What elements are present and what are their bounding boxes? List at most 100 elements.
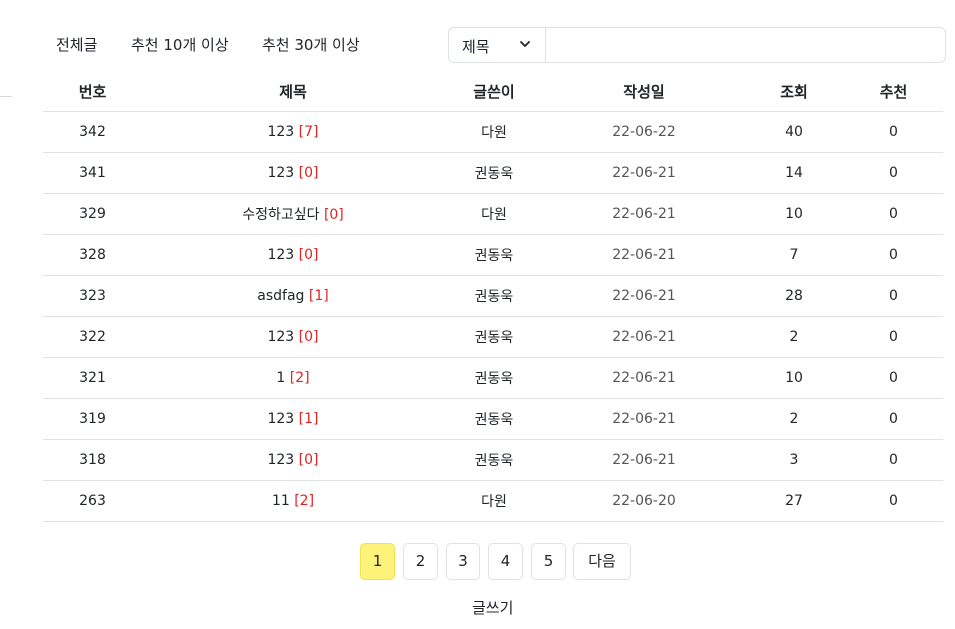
page-button-4[interactable]: 4 — [488, 543, 523, 580]
post-likes: 0 — [844, 111, 943, 153]
post-likes: 0 — [844, 439, 943, 481]
search-bar: 제목 — [448, 27, 946, 63]
table-row: 321 1 [2] 권동욱 22-06-21 10 0 — [43, 357, 943, 399]
post-views: 2 — [744, 398, 844, 440]
header-author: 글쓴이 — [444, 71, 544, 112]
post-date: 22-06-21 — [544, 152, 744, 194]
post-title-link[interactable]: 1 — [276, 370, 285, 386]
comment-count: [0] — [298, 165, 319, 181]
post-likes: 0 — [844, 357, 943, 399]
post-title-link[interactable]: 11 — [272, 493, 290, 509]
header-likes: 추천 — [844, 71, 943, 112]
post-number: 318 — [43, 439, 142, 481]
write-post-link[interactable]: 글쓰기 — [472, 597, 513, 618]
post-author: 권동욱 — [444, 152, 544, 194]
post-number: 323 — [43, 275, 142, 317]
left-divider — [0, 96, 12, 97]
comment-count: [0] — [323, 207, 344, 223]
table-row: 322 123 [0] 권동욱 22-06-21 2 0 — [43, 316, 943, 358]
table-row: 342 123 [7] 다원 22-06-22 40 0 — [43, 111, 943, 153]
post-title-link[interactable]: 수정하고싶다 — [242, 207, 319, 223]
post-author: 권동욱 — [444, 398, 544, 440]
post-table: 번호 제목 글쓴이 작성일 조회 추천 342 123 [7] 다원 22-06… — [43, 71, 943, 522]
post-number: 328 — [43, 234, 142, 276]
post-title-cell: 123 [0] — [142, 439, 444, 481]
comment-count: [2] — [294, 493, 315, 509]
table-row: 329 수정하고싶다 [0] 다원 22-06-21 10 0 — [43, 193, 943, 235]
post-title-cell: 123 [1] — [142, 398, 444, 440]
post-views: 40 — [744, 111, 844, 153]
header-date: 작성일 — [544, 71, 744, 112]
page-button-3[interactable]: 3 — [446, 543, 480, 580]
post-title-link[interactable]: 123 — [267, 329, 294, 345]
post-date: 22-06-21 — [544, 234, 744, 276]
page-button-5[interactable]: 5 — [531, 543, 566, 580]
post-author: 권동욱 — [444, 234, 544, 276]
post-title-cell: 123 [7] — [142, 111, 444, 153]
post-number: 319 — [43, 398, 142, 440]
comment-count: [1] — [298, 411, 319, 427]
post-date: 22-06-21 — [544, 275, 744, 317]
post-title-link[interactable]: asdfag — [257, 288, 304, 304]
post-author: 권동욱 — [444, 357, 544, 399]
post-author: 다원 — [444, 111, 544, 153]
post-views: 7 — [744, 234, 844, 276]
page-button-1[interactable]: 1 — [360, 543, 395, 580]
post-likes: 0 — [844, 275, 943, 317]
post-number: 329 — [43, 193, 142, 235]
header-title: 제목 — [142, 71, 444, 112]
post-views: 10 — [744, 357, 844, 399]
post-number: 263 — [43, 480, 142, 522]
filter-likes-10[interactable]: 추천 10개 이상 — [131, 34, 229, 55]
post-views: 10 — [744, 193, 844, 235]
post-likes: 0 — [844, 480, 943, 522]
post-author: 다원 — [444, 193, 544, 235]
post-views: 14 — [744, 152, 844, 194]
post-title-link[interactable]: 123 — [267, 165, 294, 181]
next-page-button[interactable]: 다음 — [573, 543, 631, 580]
table-row: 319 123 [1] 권동욱 22-06-21 2 0 — [43, 398, 943, 440]
table-header-row: 번호 제목 글쓴이 작성일 조회 추천 — [43, 71, 943, 112]
pagination: 1 2 3 4 5 다음 — [0, 543, 955, 581]
post-date: 22-06-21 — [544, 193, 744, 235]
post-title-link[interactable]: 123 — [267, 452, 294, 468]
header-views: 조회 — [744, 71, 844, 112]
post-author: 권동욱 — [444, 439, 544, 481]
post-views: 27 — [744, 480, 844, 522]
post-views: 28 — [744, 275, 844, 317]
post-title-cell: 수정하고싶다 [0] — [142, 193, 444, 235]
post-likes: 0 — [844, 398, 943, 440]
post-views: 2 — [744, 316, 844, 358]
page-button-2[interactable]: 2 — [403, 543, 438, 580]
filter-likes-30[interactable]: 추천 30개 이상 — [262, 34, 360, 55]
post-author: 권동욱 — [444, 275, 544, 317]
post-number: 322 — [43, 316, 142, 358]
post-title-link[interactable]: 123 — [267, 124, 294, 140]
post-date: 22-06-20 — [544, 480, 744, 522]
post-date: 22-06-21 — [544, 316, 744, 358]
post-date: 22-06-21 — [544, 439, 744, 481]
post-likes: 0 — [844, 234, 943, 276]
post-views: 3 — [744, 439, 844, 481]
search-field-selected: 제목 — [462, 38, 490, 56]
post-title-cell: asdfag [1] — [142, 275, 444, 317]
post-title-link[interactable]: 123 — [267, 247, 294, 263]
table-row: 263 11 [2] 다원 22-06-20 27 0 — [43, 480, 943, 522]
comment-count: [0] — [298, 247, 319, 263]
search-field-select[interactable]: 제목 — [449, 28, 546, 62]
filter-all[interactable]: 전체글 — [56, 34, 97, 55]
post-number: 342 — [43, 111, 142, 153]
post-number: 341 — [43, 152, 142, 194]
table-row: 323 asdfag [1] 권동욱 22-06-21 28 0 — [43, 275, 943, 317]
post-title-link[interactable]: 123 — [267, 411, 294, 427]
post-title-cell: 123 [0] — [142, 234, 444, 276]
post-likes: 0 — [844, 316, 943, 358]
post-title-cell: 11 [2] — [142, 480, 444, 522]
post-title-cell: 123 [0] — [142, 316, 444, 358]
header-no: 번호 — [43, 71, 142, 112]
post-author: 권동욱 — [444, 316, 544, 358]
post-title-cell: 123 [0] — [142, 152, 444, 194]
search-input[interactable] — [546, 28, 945, 62]
post-title-cell: 1 [2] — [142, 357, 444, 399]
post-date: 22-06-21 — [544, 398, 744, 440]
